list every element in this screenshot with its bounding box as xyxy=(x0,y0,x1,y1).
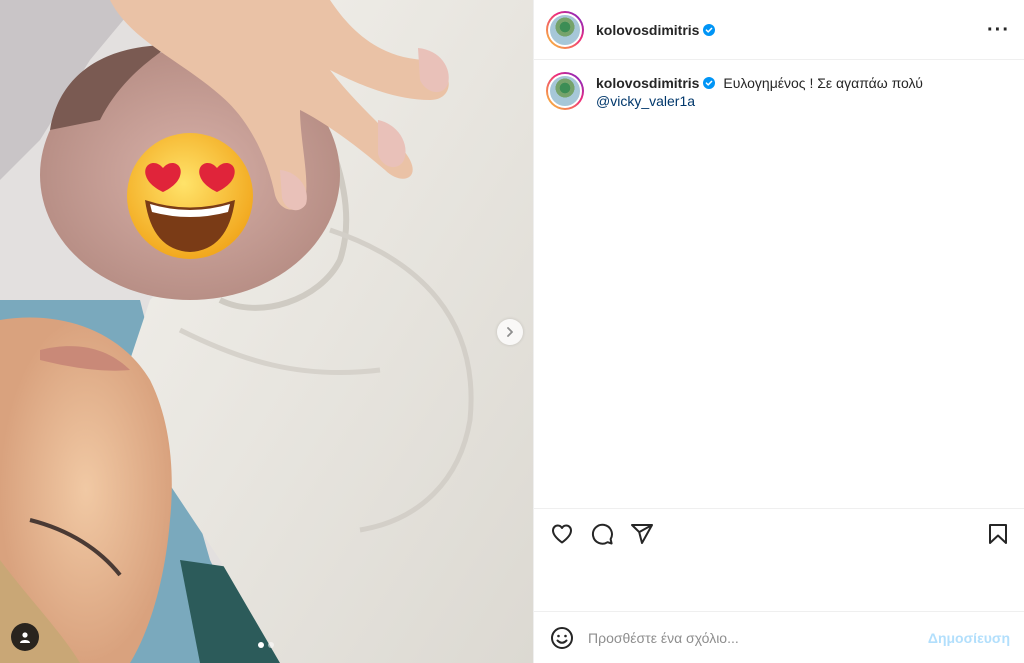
verified-badge-icon xyxy=(703,77,716,89)
comment-input[interactable] xyxy=(588,629,928,646)
chevron-right-icon xyxy=(507,327,513,337)
comments-area: kolovosdimitris Ευλογημένος ! Σε αγαπάω … xyxy=(534,60,1024,663)
caption-username[interactable]: kolovosdimitris xyxy=(596,75,699,91)
instagram-post: kolovosdimitris ··· kolovosdimitris Ευλο… xyxy=(0,0,1024,663)
carousel-dot xyxy=(268,642,274,648)
send-icon[interactable] xyxy=(630,522,654,546)
tagged-users-button[interactable] xyxy=(11,623,39,651)
carousel-dot-active xyxy=(258,642,264,648)
post-media[interactable] xyxy=(0,0,533,663)
post-sidebar: kolovosdimitris ··· kolovosdimitris Ευλο… xyxy=(533,0,1024,663)
caption-avatar[interactable] xyxy=(546,72,584,110)
comment-icon[interactable] xyxy=(590,522,614,546)
more-options-button[interactable]: ··· xyxy=(987,20,1010,40)
header-username-text[interactable]: kolovosdimitris xyxy=(596,22,699,38)
more-horizontal-icon: ··· xyxy=(987,18,1010,41)
add-comment-bar: Δημοσίευση xyxy=(534,611,1024,663)
caption: kolovosdimitris Ευλογημένος ! Σε αγαπάω … xyxy=(546,72,1010,110)
carousel-indicator xyxy=(258,642,274,648)
bookmark-icon[interactable] xyxy=(986,522,1010,546)
carousel-next-button[interactable] xyxy=(497,319,523,345)
header-username[interactable]: kolovosdimitris xyxy=(596,22,716,38)
caption-mention-link[interactable]: @vicky_valer1a xyxy=(596,92,923,110)
heart-icon[interactable] xyxy=(550,522,574,546)
user-tag-icon xyxy=(20,632,30,643)
post-header: kolovosdimitris ··· xyxy=(534,0,1024,60)
avatar[interactable] xyxy=(546,10,584,49)
post-photo xyxy=(0,0,533,663)
emoji-icon[interactable] xyxy=(550,626,574,650)
caption-text: kolovosdimitris Ευλογημένος ! Σε αγαπάω … xyxy=(596,74,923,110)
verified-badge-icon xyxy=(703,23,716,36)
caption-body: Ευλογημένος ! Σε αγαπάω πολύ xyxy=(723,75,923,91)
post-comment-button[interactable]: Δημοσίευση xyxy=(928,630,1010,646)
action-bar xyxy=(534,508,1024,558)
